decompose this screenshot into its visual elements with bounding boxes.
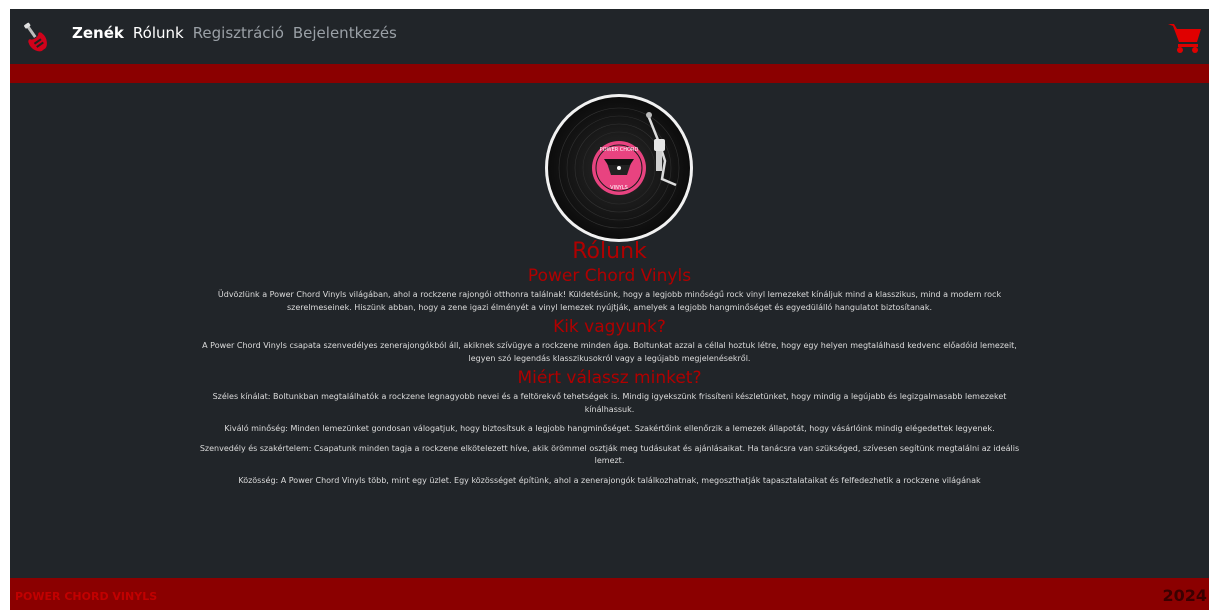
navbar: Zenék Rólunk Regisztráció Bejelentkezés (10, 9, 1209, 64)
footer-brand: POWER CHORD VINYLS (15, 590, 158, 603)
nav-link-rolunk[interactable]: Rólunk (133, 24, 184, 42)
section-paragraph: A Power Chord Vinyls csapata szenvedélye… (202, 341, 1017, 363)
footer-year: 2024 (1162, 586, 1207, 605)
feature-paragraph-kozosseg: Közösség: A Power Chord Vinyls több, min… (238, 475, 981, 485)
header-accent-bar (10, 64, 1209, 83)
electric-guitar-icon[interactable] (18, 21, 54, 55)
section-paragraph: Üdvözlünk a Power Chord Vinyls világában… (217, 290, 1002, 312)
feature-paragraph-szeles-kinalat: Széles kínálat: Boltunkban megtalálhatók… (212, 392, 1007, 414)
section-heading-miert-valassz-minket: Miért válassz minket? (517, 368, 702, 388)
shopping-cart-icon[interactable] (1167, 20, 1203, 54)
about-content: Rólunk Power Chord Vinyls Üdvözlünk a Po… (10, 241, 1209, 494)
vinyl-label-bottom: VINYLS (610, 185, 628, 191)
feature-paragraph-szenvedely: Szenvedély és szakértelem: Csapatunk min… (199, 443, 1020, 466)
vinyl-label-top: POWER CHORD (600, 147, 639, 153)
nav-link-zenek[interactable]: Zenék (72, 24, 124, 42)
nav-link-bejelentkezes[interactable]: Bejelentkezés (293, 24, 397, 42)
footer: POWER CHORD VINYLS 2024 (10, 578, 1209, 610)
section-heading-power-chord-vinyls: Power Chord Vinyls (527, 266, 692, 286)
page-title: Rólunk (572, 239, 647, 264)
nav-link-regisztracio[interactable]: Regisztráció (193, 24, 284, 42)
vinyl-record-logo: POWER CHORD VINYLS (545, 94, 693, 242)
feature-paragraph-kivalo-minoseg: Kiváló minőség: Minden lemezünket gondos… (224, 424, 995, 433)
nav-links: Zenék Rólunk Regisztráció Bejelentkezés (72, 24, 397, 42)
page-frame: Zenék Rólunk Regisztráció Bejelentkezés (10, 9, 1209, 610)
section-heading-kik-vagyunk: Kik vagyunk? (553, 317, 666, 337)
main-content: POWER CHORD VINYLS Rólunk Power Chord Vi… (10, 83, 1209, 577)
